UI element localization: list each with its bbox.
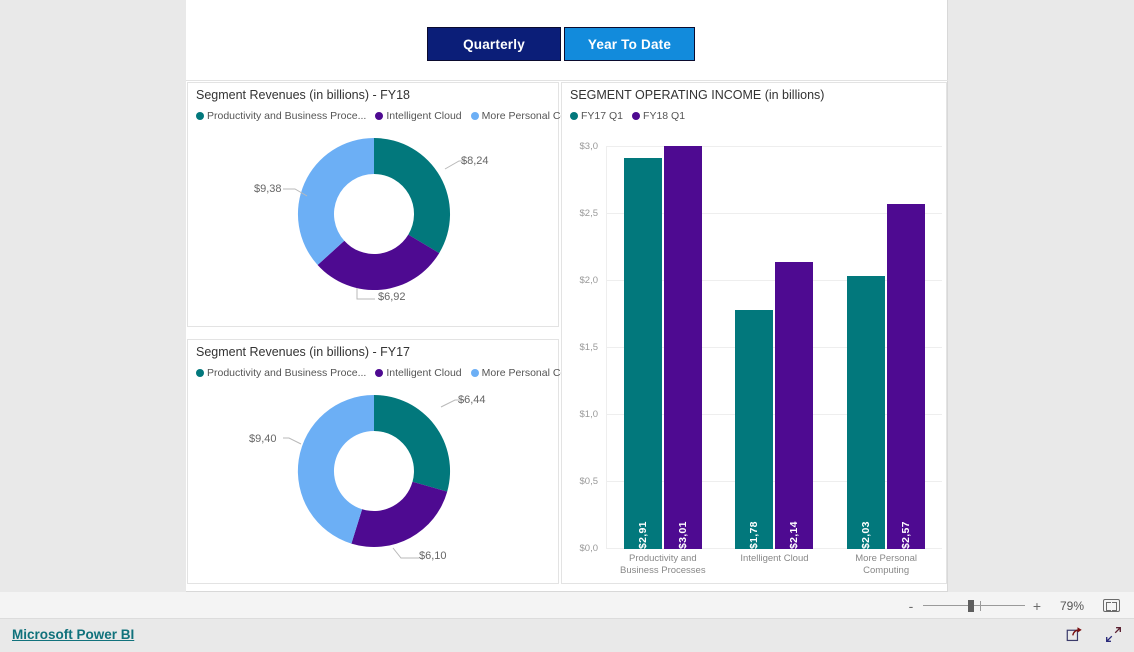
legend-item-fy17-q1[interactable]: FY17 Q1: [570, 110, 623, 122]
fy17-value-label-teal: $6,44: [458, 394, 486, 406]
y-axis-tick: $2,0: [579, 275, 599, 286]
legend-item-fy18-q1[interactable]: FY18 Q1: [632, 110, 685, 122]
status-bar: - + 79%: [0, 592, 1134, 619]
legend-swatch-teal-icon: [570, 112, 578, 120]
year-to-date-toggle-button[interactable]: Year To Date: [564, 27, 695, 61]
segment-revenues-fy18-visual[interactable]: Segment Revenues (in billions) - FY18 Pr…: [187, 82, 604, 327]
footer-actions: [1066, 626, 1122, 643]
legend-swatch-blue-icon: [470, 112, 479, 120]
bar-chart-title: SEGMENT OPERATING INCOME (in billions): [570, 88, 825, 102]
fy17-donut-svg: [283, 394, 465, 559]
x-axis-label-line1: More Personal: [855, 553, 918, 564]
year-to-date-toggle-label: Year To Date: [587, 36, 672, 52]
zoom-controls: - + 79%: [903, 592, 1120, 619]
y-axis-tick: $3,0: [579, 141, 599, 152]
fullscreen-icon[interactable]: [1105, 626, 1122, 643]
zoom-level-label: 79%: [1059, 598, 1085, 613]
bar-group-intelligent-cloud: $1,78 $2,14: [735, 146, 814, 549]
report-header-toolbar: Quarterly Year To Date: [186, 0, 948, 81]
y-axis-tick: $0,5: [579, 476, 599, 487]
bar-value-label: $2,91: [636, 521, 649, 549]
y-axis-tick: $1,0: [579, 409, 599, 420]
bar-fy17-more-personal-computing[interactable]: $2,03: [847, 276, 886, 549]
bar-group-productivity: $2,91 $3,01: [623, 146, 702, 549]
fy18-donut-plot: $8,24 $9,38 $6,92: [188, 121, 560, 327]
bar-fy18-productivity[interactable]: $3,01: [663, 146, 702, 549]
legend-swatch-blue-icon: [470, 369, 479, 377]
fy18-value-label-teal: $8,24: [461, 155, 489, 167]
power-bi-report-viewer: Quarterly Year To Date Segment Revenues …: [0, 0, 1134, 652]
bar-group-more-personal-computing: $2,03 $2,57: [847, 146, 926, 549]
bar-fy17-productivity[interactable]: $2,91: [623, 158, 662, 549]
zoom-slider[interactable]: [923, 599, 1025, 613]
zoom-slider-notch: [980, 600, 981, 611]
bar-series-container: $2,91 $3,01 $1,78 $2,14 $2,03 $2,57: [607, 146, 942, 549]
bar-chart-plot-area: $3,0 $2,5 $2,0 $1,5 $1,0 $0,5 $0,0 $2,91…: [562, 138, 948, 585]
bar-value-label: $2,14: [788, 521, 801, 549]
zoom-slider-thumb[interactable]: [968, 599, 974, 612]
bar-fy17-intelligent-cloud[interactable]: $1,78: [735, 310, 774, 549]
footer-bar: Microsoft Power BI: [0, 619, 1134, 652]
fy17-donut-plot: $6,44 $9,40 $6,10: [188, 378, 560, 584]
y-axis-tick: $1,5: [579, 342, 599, 353]
fy17-chart-title: Segment Revenues (in billions) - FY17: [196, 345, 410, 359]
zoom-out-button[interactable]: -: [903, 598, 919, 614]
y-axis-tick: $0,0: [579, 543, 599, 554]
quarterly-toggle-label: Quarterly: [463, 36, 525, 52]
legend-swatch-purple-icon: [632, 112, 641, 120]
x-axis-label-productivity: Productivity and Business Processes: [617, 553, 709, 577]
zoom-in-button[interactable]: +: [1029, 598, 1045, 614]
legend-label-fy17-q1: FY17 Q1: [581, 110, 624, 122]
legend-swatch-teal-icon: [196, 369, 204, 377]
x-axis-label-more-personal-computing: More Personal Computing: [840, 553, 932, 577]
x-axis-label-line2: Business Processes: [620, 565, 706, 576]
fy18-chart-title: Segment Revenues (in billions) - FY18: [196, 88, 410, 102]
bar-fy18-intelligent-cloud[interactable]: $2,14: [775, 262, 814, 549]
x-axis-labels: Productivity and Business Processes Inte…: [607, 553, 942, 577]
segment-operating-income-visual[interactable]: SEGMENT OPERATING INCOME (in billions) F…: [561, 82, 947, 584]
fy18-donut-svg: [283, 137, 465, 300]
fit-to-page-icon[interactable]: [1103, 599, 1120, 612]
fy17-slice-productivity[interactable]: [374, 395, 451, 492]
segment-revenues-fy17-visual[interactable]: Segment Revenues (in billions) - FY17 Pr…: [187, 339, 604, 584]
bar-value-label: $2,03: [860, 521, 873, 549]
bar-chart-legend: FY17 Q1 FY18 Q1: [570, 110, 694, 122]
quarterly-toggle-button[interactable]: Quarterly: [427, 27, 561, 61]
fy18-value-label-blue: $9,38: [254, 183, 282, 195]
bar-value-label: $3,01: [676, 521, 689, 549]
fy17-slice-intelligent-cloud[interactable]: [351, 481, 448, 548]
report-canvas: Quarterly Year To Date Segment Revenues …: [186, 0, 948, 592]
legend-swatch-teal-icon: [196, 112, 204, 120]
fy17-leader-line-blue: [283, 437, 302, 445]
legend-label-fy18-q1: FY18 Q1: [643, 110, 686, 122]
share-icon[interactable]: [1066, 626, 1083, 643]
legend-swatch-purple-icon: [375, 369, 384, 377]
fy17-value-label-purple: $6,10: [419, 550, 447, 562]
x-axis-label-line2: Computing: [863, 565, 910, 576]
x-axis-label-line1: Intelligent Cloud: [740, 553, 809, 564]
zoom-slider-track: [923, 604, 1025, 606]
fy18-value-label-purple: $6,92: [378, 291, 406, 303]
bar-fy18-more-personal-computing[interactable]: $2,57: [887, 204, 926, 549]
y-axis-tick: $2,5: [579, 208, 599, 219]
bar-value-label: $1,78: [748, 521, 761, 549]
fy17-value-label-blue: $9,40: [249, 433, 277, 445]
microsoft-power-bi-link[interactable]: Microsoft Power BI: [12, 627, 134, 642]
fy17-leader-line-purple: [392, 547, 419, 559]
bar-value-label: $2,57: [900, 521, 913, 549]
fy18-slice-more-personal-computing[interactable]: [297, 137, 374, 265]
x-axis-label-line1: Productivity and: [629, 553, 697, 564]
fy18-slice-productivity[interactable]: [374, 138, 451, 254]
legend-swatch-purple-icon: [375, 112, 384, 120]
x-axis-label-intelligent-cloud: Intelligent Cloud: [728, 553, 820, 577]
